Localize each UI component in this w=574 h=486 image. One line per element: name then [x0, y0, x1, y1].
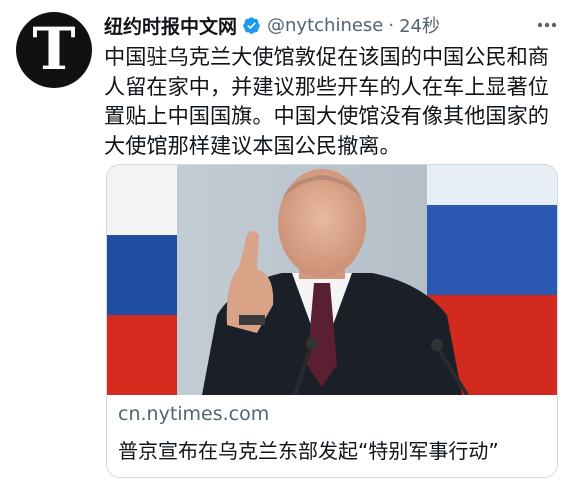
avatar[interactable]: T — [16, 12, 92, 88]
link-preview-card[interactable]: cn.nytimes.com 普京宣布在乌克兰东部发起“特别军事行动” — [106, 164, 558, 478]
card-domain: cn.nytimes.com — [118, 403, 270, 425]
tweet-text: 中国驻乌克兰大使馆敦促在该国的中国公民和商人留在家中，并建议那些开车的人在车上显… — [104, 44, 549, 158]
ellipsis-icon — [537, 22, 557, 28]
author-handle[interactable]: @nytchinese — [267, 15, 383, 36]
verified-badge-icon — [243, 16, 260, 34]
nyt-logo-letter: T — [32, 15, 76, 83]
card-title: 普京宣布在乌克兰东部发起“特别军事行动” — [118, 439, 499, 463]
author-name[interactable]: 纽约时报中文网 — [104, 12, 237, 39]
news-photo — [107, 165, 557, 395]
separator-dot: · — [388, 14, 395, 36]
more-options-icon[interactable] — [534, 12, 560, 38]
timestamp[interactable]: 24秒 — [399, 12, 440, 38]
tweet-header: 纽约时报中文网 @nytchinese · 24秒 — [104, 12, 560, 38]
